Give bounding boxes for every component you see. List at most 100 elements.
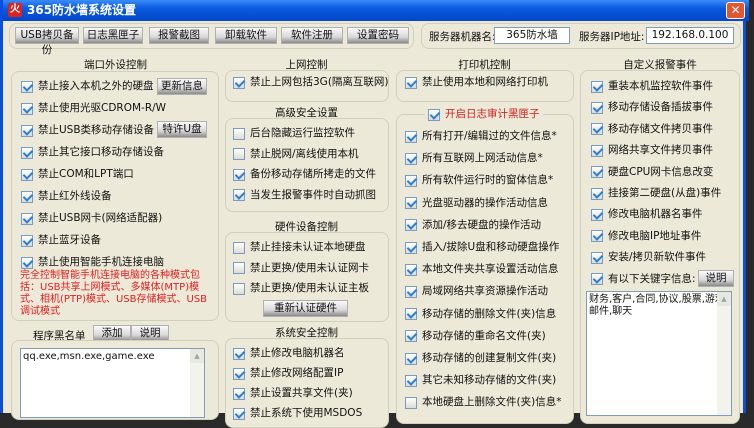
register-button[interactable]: 软件注册 xyxy=(281,27,343,44)
port-checkbox[interactable]: 禁止USB类移动存储设备 xyxy=(21,124,154,137)
usb-backup-button[interactable]: USB拷贝备份 xyxy=(15,27,79,56)
net-checkbox-label: 禁止上网包括3G(隔离互联网) xyxy=(250,76,389,88)
printer-checkbox[interactable]: 禁止使用本地和网络打印机 xyxy=(405,76,548,89)
alarm-checkbox[interactable]: 移动存储文件拷贝事件 xyxy=(591,123,713,136)
net-checkbox[interactable]: 禁止上网包括3G(隔离互联网) xyxy=(233,76,389,89)
alarm-checkbox[interactable]: 修改电脑机器名事件 xyxy=(591,208,703,221)
hw-checkbox[interactable]: 禁止更换/使用未认证网卡 xyxy=(233,262,369,275)
keywords-textarea[interactable]: 财务,客户,合同,协议,股票,游戏,邮件,聊天 xyxy=(586,291,732,416)
smartphone-note: 完全控制智能手机连接电脑的各种模式包括：USB共享上网模式、多媒体(MTP)模式… xyxy=(20,270,208,317)
printer-checkbox-label: 禁止使用本地和网络打印机 xyxy=(422,76,548,88)
port-checkbox-label: 禁止USB类移动存储设备 xyxy=(38,124,155,136)
adv-checkbox[interactable]: 当发生报警事件时自动抓图 xyxy=(233,189,376,202)
alarm-checkbox[interactable]: 重装本机监控软件事件 xyxy=(591,80,713,93)
alarm-checkbox-label: 硬盘CPU网卡信息改变 xyxy=(608,165,714,178)
alarm-screenshot-button[interactable]: 报警截图 xyxy=(149,27,209,44)
checked-checkbox-icon xyxy=(591,123,603,136)
update-info-button[interactable]: 更新信息 xyxy=(157,78,207,95)
audit-checkbox[interactable]: 添加/移去硬盘的操作活动 xyxy=(405,219,541,232)
audit-checkbox[interactable]: 移动存储的创建复制文件(夹) xyxy=(405,352,556,365)
adv-checkbox[interactable]: 禁止脱网/离线使用本机 xyxy=(233,148,359,161)
alarm-checkbox-label: 网络共享文件拷贝事件 xyxy=(608,144,713,157)
port-checkbox[interactable]: 禁止USB网卡(网络适配器) xyxy=(21,212,162,225)
uninstall-button[interactable]: 卸载软件 xyxy=(215,27,277,44)
alarm-checkbox[interactable]: 挂接第二硬盘(从盘)事件 xyxy=(591,187,721,200)
audit-checkbox-label: 移动存储的重命名文件(夹) xyxy=(422,329,546,342)
log-blackbox-button[interactable]: 日志黑匣子 xyxy=(83,27,143,44)
alarm-checkbox[interactable]: 移动存储设备插拔事件 xyxy=(591,101,713,114)
checked-checkbox-icon xyxy=(591,208,603,221)
alarm-checkbox-label: 挂接第二硬盘(从盘)事件 xyxy=(608,187,722,199)
alarm-checkbox-label: 重装本机监控软件事件 xyxy=(608,80,713,92)
sys-checkbox[interactable]: 禁止设置共享文件(夹) xyxy=(233,387,353,400)
alarm-checkbox[interactable]: 有以下关键字信息: xyxy=(591,273,696,286)
alarm-checkbox-label: 修改电脑IP地址事件 xyxy=(608,229,702,242)
sys-checkbox[interactable]: 禁止修改网络配置IP xyxy=(233,367,343,380)
audit-enable-label: 开启日志审计黑匣子 xyxy=(445,108,540,120)
alarm-checkbox-label: 移动存储设备插拔事件 xyxy=(608,101,713,114)
hw-checkbox[interactable]: 禁止更换/使用未认证主板 xyxy=(233,282,369,295)
checked-checkbox-icon xyxy=(21,212,33,225)
audit-checkbox-label: 本地硬盘上删除文件(夹)信息* xyxy=(422,396,562,409)
checkbox-icon xyxy=(428,108,440,121)
server-name-label: 服务器机器名: xyxy=(429,31,496,43)
scrollbar[interactable] xyxy=(717,292,731,415)
port-checkbox[interactable]: 禁止蓝牙设备 xyxy=(21,234,101,247)
port-checkbox-label: 禁止COM和LPT端口 xyxy=(38,168,134,180)
audit-checkbox[interactable]: 本地文件夹共享设置活动信息 xyxy=(405,263,559,276)
port-checkbox[interactable]: 禁止使用智能手机连接电脑 xyxy=(21,256,164,269)
audit-checkbox[interactable]: 所有软件运行时的窗体信息* xyxy=(405,174,553,187)
close-button[interactable]: ✕ xyxy=(726,2,745,19)
audit-checkbox[interactable]: 光盘驱动器的操作活动信息 xyxy=(405,197,548,210)
checked-checkbox-icon xyxy=(21,80,33,93)
hw-checkbox-label: 禁止更换/使用未认证网卡 xyxy=(250,261,370,274)
audit-checkbox[interactable]: 所有互联网上网活动信息* xyxy=(405,152,543,165)
checked-checkbox-icon xyxy=(405,152,417,165)
audit-checkbox[interactable]: 所有打开/编辑过的文件信息* xyxy=(405,130,557,143)
audit-checkbox[interactable]: 移动存储的重命名文件(夹) xyxy=(405,330,546,343)
port-checkbox[interactable]: 禁止接入本机之外的硬盘 xyxy=(21,80,154,93)
server-name-input[interactable]: 365防水墙 xyxy=(494,27,570,44)
scrollbar[interactable] xyxy=(190,349,204,417)
adv-checkbox[interactable]: 备份移动存储所拷走的文件 xyxy=(233,168,376,181)
checked-checkbox-icon xyxy=(233,189,245,201)
port-checkbox[interactable]: 禁止使用光驱CDROM-R/W xyxy=(21,102,166,115)
port-checkbox[interactable]: 禁止红外线设备 xyxy=(21,190,112,203)
checked-checkbox-icon xyxy=(233,387,245,400)
adv-checkbox-label: 备份移动存储所拷走的文件 xyxy=(250,168,376,180)
alarm-checkbox[interactable]: 安装/拷贝新软件事件 xyxy=(591,251,706,264)
alarm-checkbox-label: 安装/拷贝新软件事件 xyxy=(608,251,707,264)
keyword-help-button[interactable]: 说明 xyxy=(698,270,734,287)
audit-checkbox[interactable]: 移动存储的删除文件(夹)信息 xyxy=(405,308,556,321)
port-checkbox[interactable]: 禁止COM和LPT端口 xyxy=(21,168,134,181)
allowed-usb-button[interactable]: 特许U盘 xyxy=(157,121,207,138)
set-password-button[interactable]: 设置密码 xyxy=(347,27,409,44)
alarm-checkbox[interactable]: 网络共享文件拷贝事件 xyxy=(591,144,713,157)
audit-checkbox-label: 所有打开/编辑过的文件信息* xyxy=(422,130,557,142)
blacklist-textarea[interactable]: qq.exe,msn.exe,game.exe xyxy=(20,348,205,418)
alarm-checkbox[interactable]: 硬盘CPU网卡信息改变 xyxy=(591,166,713,179)
audit-checkbox[interactable]: 其它未知移动存储的文件(夹) xyxy=(405,374,556,387)
checked-checkbox-icon xyxy=(21,146,33,159)
checked-checkbox-icon xyxy=(591,144,603,157)
sys-checkbox[interactable]: 禁止系统下使用MSDOS xyxy=(233,407,362,420)
adv-checkbox[interactable]: 后台隐藏运行监控软件 xyxy=(233,127,355,140)
port-checkbox-label: 禁止红外线设备 xyxy=(38,190,112,202)
checked-checkbox-icon xyxy=(21,124,33,137)
audit-checkbox[interactable]: 本地硬盘上删除文件(夹)信息* xyxy=(405,396,561,409)
port-checkbox-label: 禁止使用智能手机连接电脑 xyxy=(38,256,164,268)
audit-checkbox-label: 本地文件夹共享设置活动信息 xyxy=(422,263,559,276)
audit-checkbox[interactable]: 局域网络共享资源操作活动 xyxy=(405,285,548,298)
hw-checkbox[interactable]: 禁止挂接未认证本地硬盘 xyxy=(233,241,366,254)
server-ip-input[interactable]: 192.168.0.100 xyxy=(646,27,734,44)
sys-checkbox[interactable]: 禁止修改电脑机器名 xyxy=(233,347,345,360)
sys-checkbox-label: 禁止系统下使用MSDOS xyxy=(250,407,363,419)
audit-checkbox[interactable]: 插入/拔除U盘和移动硬盘操作 xyxy=(405,241,559,254)
alarm-checkbox[interactable]: 修改电脑IP地址事件 xyxy=(591,230,701,243)
audit-enable-checkbox[interactable]: 开启日志审计黑匣子 xyxy=(425,108,543,121)
hw-checkbox-label: 禁止更换/使用未认证主板 xyxy=(250,282,370,294)
reauth-hardware-button[interactable]: 重新认证硬件 xyxy=(263,300,348,317)
port-checkbox[interactable]: 禁止其它接口移动存储设备 xyxy=(21,146,164,159)
hw-checkbox-label: 禁止挂接未认证本地硬盘 xyxy=(250,241,366,253)
audit-checkbox-label: 插入/拔除U盘和移动硬盘操作 xyxy=(422,241,560,253)
